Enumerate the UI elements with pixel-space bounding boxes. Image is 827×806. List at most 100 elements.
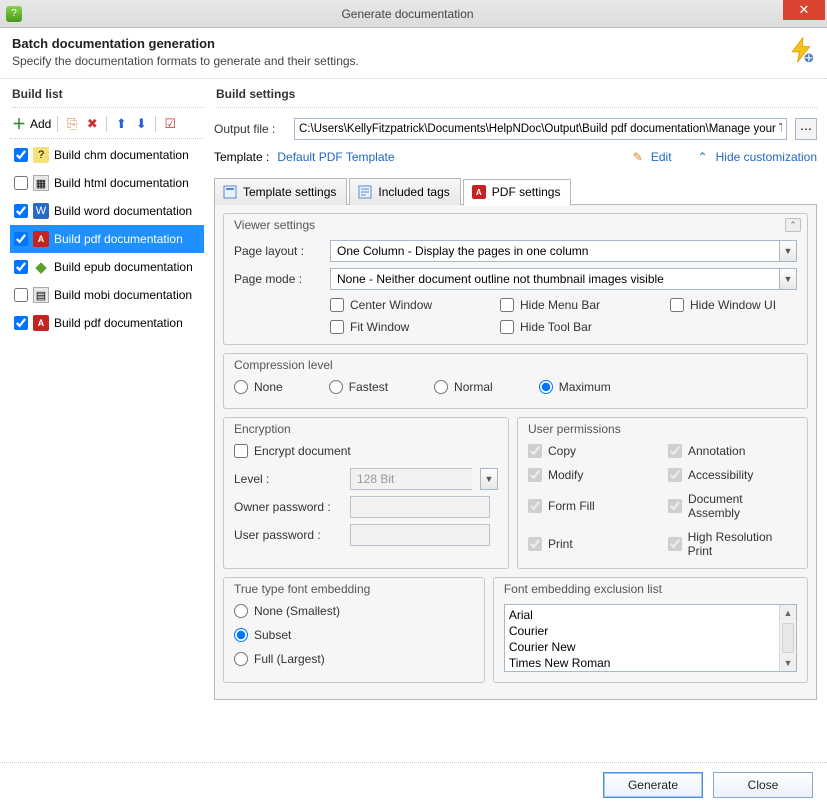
header-title: Batch documentation generation [12,36,787,51]
output-file-input[interactable] [294,118,787,140]
scroll-thumb[interactable] [782,623,794,653]
list-item[interactable]: Arial [509,607,775,623]
font-exclusion-listbox[interactable]: Arial Courier Courier New Times New Roma… [504,604,797,672]
fit-window-checkbox[interactable]: Fit Window [330,320,500,334]
tab-included-tags[interactable]: Included tags [349,178,460,205]
group-legend: True type font embedding [234,582,370,596]
compression-fastest-radio[interactable]: Fastest [329,380,388,394]
compression-maximum-radio[interactable]: Maximum [539,380,611,394]
build-item-label: Build html documentation [54,176,189,190]
build-list-item[interactable]: ▦ Build html documentation [10,169,204,197]
build-list-toolbar: ＋ Add ⎘ ✖ ⬆ ⬇ ☑ [10,110,204,139]
build-settings-panel: Build settings Output file : ⋯ Template … [214,85,817,700]
center-window-checkbox[interactable]: Center Window [330,298,500,312]
build-item-checkbox[interactable] [14,260,28,274]
build-list-item[interactable]: ▤ Build mobi documentation [10,281,204,309]
build-item-checkbox[interactable] [14,288,28,302]
footer: Generate Close [0,762,827,806]
close-window-button[interactable]: ✕ [783,0,825,20]
scrollbar[interactable]: ▲ ▼ [779,605,796,671]
dropdown-arrow-icon[interactable]: ▼ [779,268,797,290]
header-subtitle: Specify the documentation formats to gen… [12,54,787,68]
scroll-up-icon[interactable]: ▲ [780,605,796,621]
tab-pdf-settings[interactable]: A PDF settings [463,179,572,206]
compression-normal-radio[interactable]: Normal [434,380,493,394]
build-item-checkbox[interactable] [14,204,28,218]
list-item[interactable]: Times New Roman [509,655,775,671]
build-item-checkbox[interactable] [14,176,28,190]
viewer-settings-group: Viewer settings ⌃ Page layout : ▼ Page m… [223,213,808,345]
epub-icon: ◆ [33,259,49,275]
list-item[interactable]: Courier New [509,639,775,655]
app-icon: ? [6,6,22,22]
tags-tab-icon [358,185,372,199]
group-legend: User permissions [528,422,621,436]
build-list-item[interactable]: A Build pdf documentation [10,225,204,253]
tab-template-settings[interactable]: Template settings [214,178,347,205]
chm-icon: ? [33,147,49,163]
html-icon: ▦ [33,175,49,191]
move-up-icon[interactable]: ⬆ [113,116,129,132]
scroll-down-icon[interactable]: ▼ [780,655,796,671]
pdf-tab-icon: A [472,185,486,199]
template-link[interactable]: Default PDF Template [277,150,394,164]
perm-assembly-checkbox: Document Assembly [668,492,797,520]
build-list-item[interactable]: W Build word documentation [10,197,204,225]
edit-link[interactable]: Edit [651,150,672,164]
title-bar: ? Generate documentation ✕ [0,0,827,28]
owner-password-label: Owner password : [234,500,342,514]
hide-customization-link[interactable]: Hide customization [716,150,817,164]
group-legend: Viewer settings [234,218,315,232]
hide-window-ui-checkbox[interactable]: Hide Window UI [670,298,797,312]
perm-print-checkbox: Print [528,530,668,558]
close-button[interactable]: Close [713,772,813,798]
perm-copy-checkbox: Copy [528,444,668,458]
mobi-icon: ▤ [33,287,49,303]
collapse-icon[interactable]: ⌃ [785,218,801,232]
perm-formfill-checkbox: Form Fill [528,492,668,520]
build-item-checkbox[interactable] [14,148,28,162]
pdf-settings-panel: Viewer settings ⌃ Page layout : ▼ Page m… [214,204,817,700]
encrypt-document-checkbox[interactable]: Encrypt document [234,444,498,458]
font-exclusion-group: Font embedding exclusion list Arial Cour… [493,577,808,683]
window-title: Generate documentation [32,7,783,21]
page-layout-label: Page layout : [234,244,322,258]
build-item-label: Build chm documentation [54,148,189,162]
template-label: Template : [214,150,269,164]
build-item-label: Build pdf documentation [54,232,183,246]
page-mode-select[interactable]: ▼ [330,268,797,290]
lightning-icon [787,36,815,64]
duplicate-icon[interactable]: ⎘ [64,116,80,132]
add-button[interactable]: Add [30,117,51,131]
dropdown-arrow-icon[interactable]: ▼ [779,240,797,262]
build-item-label: Build pdf documentation [54,316,183,330]
delete-icon[interactable]: ✖ [84,116,100,132]
group-legend: Encryption [234,422,291,436]
pdf-icon: A [33,231,49,247]
embed-none-radio[interactable]: None (Smallest) [234,604,474,618]
hide-tool-bar-checkbox[interactable]: Hide Tool Bar [500,320,670,334]
browse-button[interactable]: ⋯ [795,118,817,140]
template-tab-icon [223,185,237,199]
embed-full-radio[interactable]: Full (Largest) [234,652,474,666]
build-item-checkbox[interactable] [14,316,28,330]
plus-icon: ＋ [12,114,26,134]
level-label: Level : [234,472,342,486]
build-list-item[interactable]: ? Build chm documentation [10,141,204,169]
owner-password-input [350,496,490,518]
build-list-item[interactable]: A Build pdf documentation [10,309,204,337]
move-down-icon[interactable]: ⬇ [133,116,149,132]
compression-group: Compression level None Fastest Normal Ma… [223,353,808,409]
check-all-icon[interactable]: ☑ [162,116,178,132]
list-item[interactable]: Courier [509,623,775,639]
build-list-item[interactable]: ◆ Build epub documentation [10,253,204,281]
embed-subset-radio[interactable]: Subset [234,628,474,642]
generate-button[interactable]: Generate [603,772,703,798]
build-item-checkbox[interactable] [14,232,28,246]
group-legend: Font embedding exclusion list [504,582,662,596]
page-layout-select[interactable]: ▼ [330,240,797,262]
perm-hires-checkbox: High Resolution Print [668,530,797,558]
hide-menu-bar-checkbox[interactable]: Hide Menu Bar [500,298,670,312]
compression-none-radio[interactable]: None [234,380,283,394]
dropdown-arrow-icon: ▼ [480,468,498,490]
